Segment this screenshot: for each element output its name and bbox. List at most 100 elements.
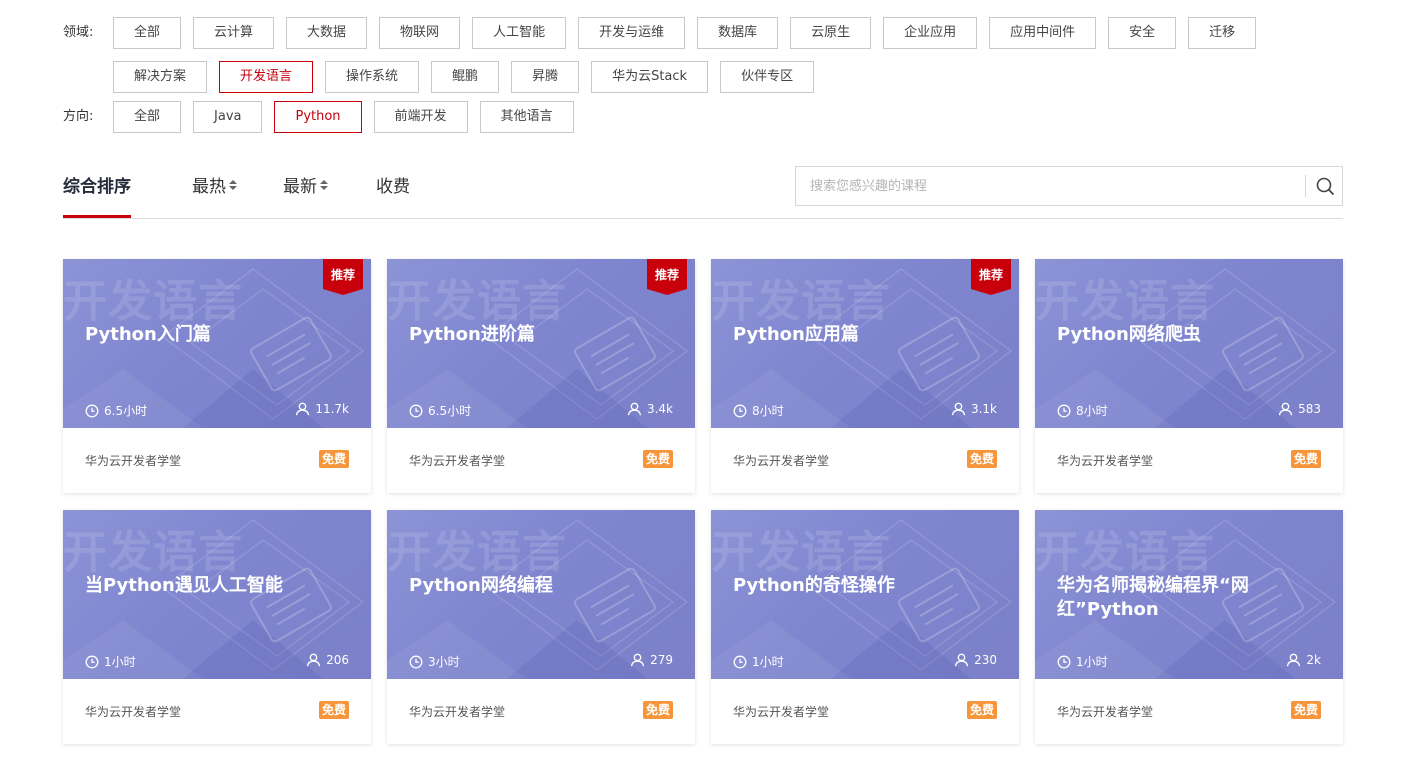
- course-title: 华为名师揭秘编程界“网红”Python: [1057, 575, 1249, 620]
- course-search-input[interactable]: [796, 167, 1296, 205]
- recommended-badge: 推荐: [323, 259, 363, 295]
- course-card[interactable]: 开发语言 Python网络编程 3小时 279 华为云开发者学堂 免费: [387, 510, 695, 744]
- domain-filter-option[interactable]: 大数据: [286, 17, 368, 49]
- domain-filter-option[interactable]: 开发语言: [219, 61, 314, 93]
- domain-filter-option[interactable]: 云计算: [193, 17, 275, 49]
- clock-icon: [409, 404, 423, 417]
- user-icon: [1278, 402, 1293, 416]
- clock-icon: [1057, 655, 1071, 668]
- course-card[interactable]: 开发语言 推荐 Python入门篇 6.5小时 11.7k 华为云开发者学堂 免…: [63, 259, 371, 493]
- direction-filter-option[interactable]: Python: [274, 101, 362, 133]
- domain-filter-option[interactable]: 安全: [1108, 17, 1177, 49]
- course-provider: 华为云开发者学堂: [85, 454, 182, 468]
- price-tag: 免费: [966, 701, 997, 719]
- domain-filter-option[interactable]: 应用中间件: [989, 17, 1097, 49]
- user-icon: [296, 402, 310, 416]
- course-card[interactable]: 开发语言 当Python遇见人工智能 1小时 206 华为云开发者学堂 免费: [63, 510, 371, 744]
- duration-value: 1小时: [104, 655, 136, 669]
- duration-value: 8小时: [752, 404, 784, 418]
- tab-paid[interactable]: 收费: [376, 160, 410, 216]
- recommended-label: 推荐: [978, 268, 1003, 282]
- learners-value: 206: [326, 653, 349, 667]
- learners-value: 583: [1298, 402, 1321, 416]
- duration-value: 6.5小时: [428, 404, 472, 418]
- course-title: Python的奇怪操作: [733, 575, 895, 596]
- course-card[interactable]: 开发语言 推荐 Python进阶篇 6.5小时 3.4k 华为云开发者学堂 免费: [387, 259, 695, 493]
- course-card[interactable]: 开发语言 华为名师揭秘编程界“网红”Python 1小时 2k 华为云开发者学堂…: [1035, 510, 1343, 744]
- course-title: Python进阶篇: [409, 324, 535, 345]
- recommended-badge: 推荐: [647, 259, 687, 295]
- tab-hottest[interactable]: 最热: [192, 160, 237, 216]
- clock-icon: [409, 655, 423, 668]
- learners-value: 3.4k: [646, 402, 673, 416]
- direction-filter-option[interactable]: Java: [193, 101, 263, 133]
- tab-label: 最热: [192, 177, 226, 197]
- learners-value: 11.7k: [315, 402, 349, 416]
- domain-filter-option[interactable]: 全部: [113, 17, 182, 49]
- course-learners: 11.7k: [295, 402, 349, 416]
- domain-filter-option[interactable]: 物联网: [379, 17, 461, 49]
- domain-filter-option[interactable]: 云原生: [790, 17, 872, 49]
- user-icon: [951, 402, 966, 416]
- course-duration: 3小时: [409, 653, 460, 670]
- course-title: Python入门篇: [85, 324, 211, 345]
- direction-filter-option[interactable]: 其他语言: [479, 101, 574, 133]
- learners-value: 279: [650, 653, 673, 667]
- course-duration: 6.5小时: [85, 402, 147, 419]
- course-learners: 583: [1278, 402, 1321, 416]
- domain-filter-option[interactable]: 昇腾: [511, 61, 580, 93]
- direction-filter-option[interactable]: 全部: [113, 101, 182, 133]
- domain-filter-options: 全部 云计算 大数据 物联网 人工智能 开发与运维 数据库 云原生 企业应用 应用中间件 安全 迁移解…: [113, 17, 1353, 105]
- course-cover: 开发语言 推荐 Python进阶篇 6.5小时 3.4k: [387, 259, 695, 428]
- course-cover: 开发语言 当Python遇见人工智能 1小时 206: [63, 510, 371, 679]
- price-tag: 免费: [318, 450, 349, 468]
- course-title: Python网络爬虫: [1057, 324, 1201, 345]
- course-duration: 8小时: [1057, 402, 1108, 419]
- domain-filter-option[interactable]: 伙伴专区: [720, 61, 815, 93]
- course-cover: 开发语言 Python网络编程 3小时 279: [387, 510, 695, 679]
- domain-filter-option[interactable]: 鲲鹏: [431, 61, 500, 93]
- course-title: 当Python遇见人工智能: [85, 575, 283, 596]
- course-cover: 开发语言 Python的奇怪操作 1小时 230: [711, 510, 1019, 679]
- user-icon: [954, 653, 969, 667]
- sort-arrows-icon: [320, 180, 328, 190]
- search-button[interactable]: [1310, 167, 1342, 205]
- course-search-box: [795, 166, 1343, 206]
- price-tag: 免费: [642, 701, 673, 719]
- course-card[interactable]: 开发语言 Python的奇怪操作 1小时 230 华为云开发者学堂 免费: [711, 510, 1019, 744]
- recommended-label: 推荐: [330, 268, 355, 282]
- course-learners: 3.1k: [951, 402, 997, 416]
- tab-label: 综合排序: [63, 177, 131, 197]
- course-card[interactable]: 开发语言 推荐 Python应用篇 8小时 3.1k 华为云开发者学堂 免费: [711, 259, 1019, 493]
- domain-filter-option[interactable]: 人工智能: [472, 17, 567, 49]
- domain-filter-option[interactable]: 数据库: [697, 17, 779, 49]
- recommended-label: 推荐: [654, 268, 679, 282]
- domain-filter-option[interactable]: 迁移: [1188, 17, 1257, 49]
- direction-filter-option[interactable]: 前端开发: [373, 101, 468, 133]
- search-divider: [1305, 175, 1306, 197]
- user-icon: [306, 653, 321, 667]
- course-card[interactable]: 开发语言 Python网络爬虫 8小时 583 华为云开发者学堂 免费: [1035, 259, 1343, 493]
- domain-filter-option[interactable]: 操作系统: [325, 61, 420, 93]
- clock-icon: [85, 655, 99, 668]
- price-tag: 免费: [966, 450, 997, 468]
- course-cover: 开发语言 推荐 Python应用篇 8小时 3.1k: [711, 259, 1019, 428]
- course-provider: 华为云开发者学堂: [733, 705, 830, 719]
- user-icon: [630, 653, 645, 667]
- course-cover: 开发语言 推荐 Python入门篇 6.5小时 11.7k: [63, 259, 371, 428]
- domain-filter-option[interactable]: 解决方案: [113, 61, 208, 93]
- price-tag: 免费: [1290, 701, 1321, 719]
- tab-newest[interactable]: 最新: [283, 160, 328, 216]
- user-icon: [627, 402, 642, 416]
- course-learners: 206: [306, 653, 349, 667]
- duration-value: 1小时: [752, 655, 784, 669]
- domain-filter-option[interactable]: 华为云Stack: [591, 61, 709, 93]
- course-duration: 6.5小时: [409, 402, 471, 419]
- domain-filter-option[interactable]: 开发与运维: [578, 17, 686, 49]
- tab-label: 最新: [283, 177, 317, 197]
- tab-comprehensive-sort[interactable]: 综合排序: [63, 160, 131, 218]
- course-learners: 3.4k: [627, 402, 673, 416]
- course-duration: 1小时: [85, 653, 136, 670]
- course-provider: 华为云开发者学堂: [1057, 705, 1154, 719]
- domain-filter-option[interactable]: 企业应用: [883, 17, 978, 49]
